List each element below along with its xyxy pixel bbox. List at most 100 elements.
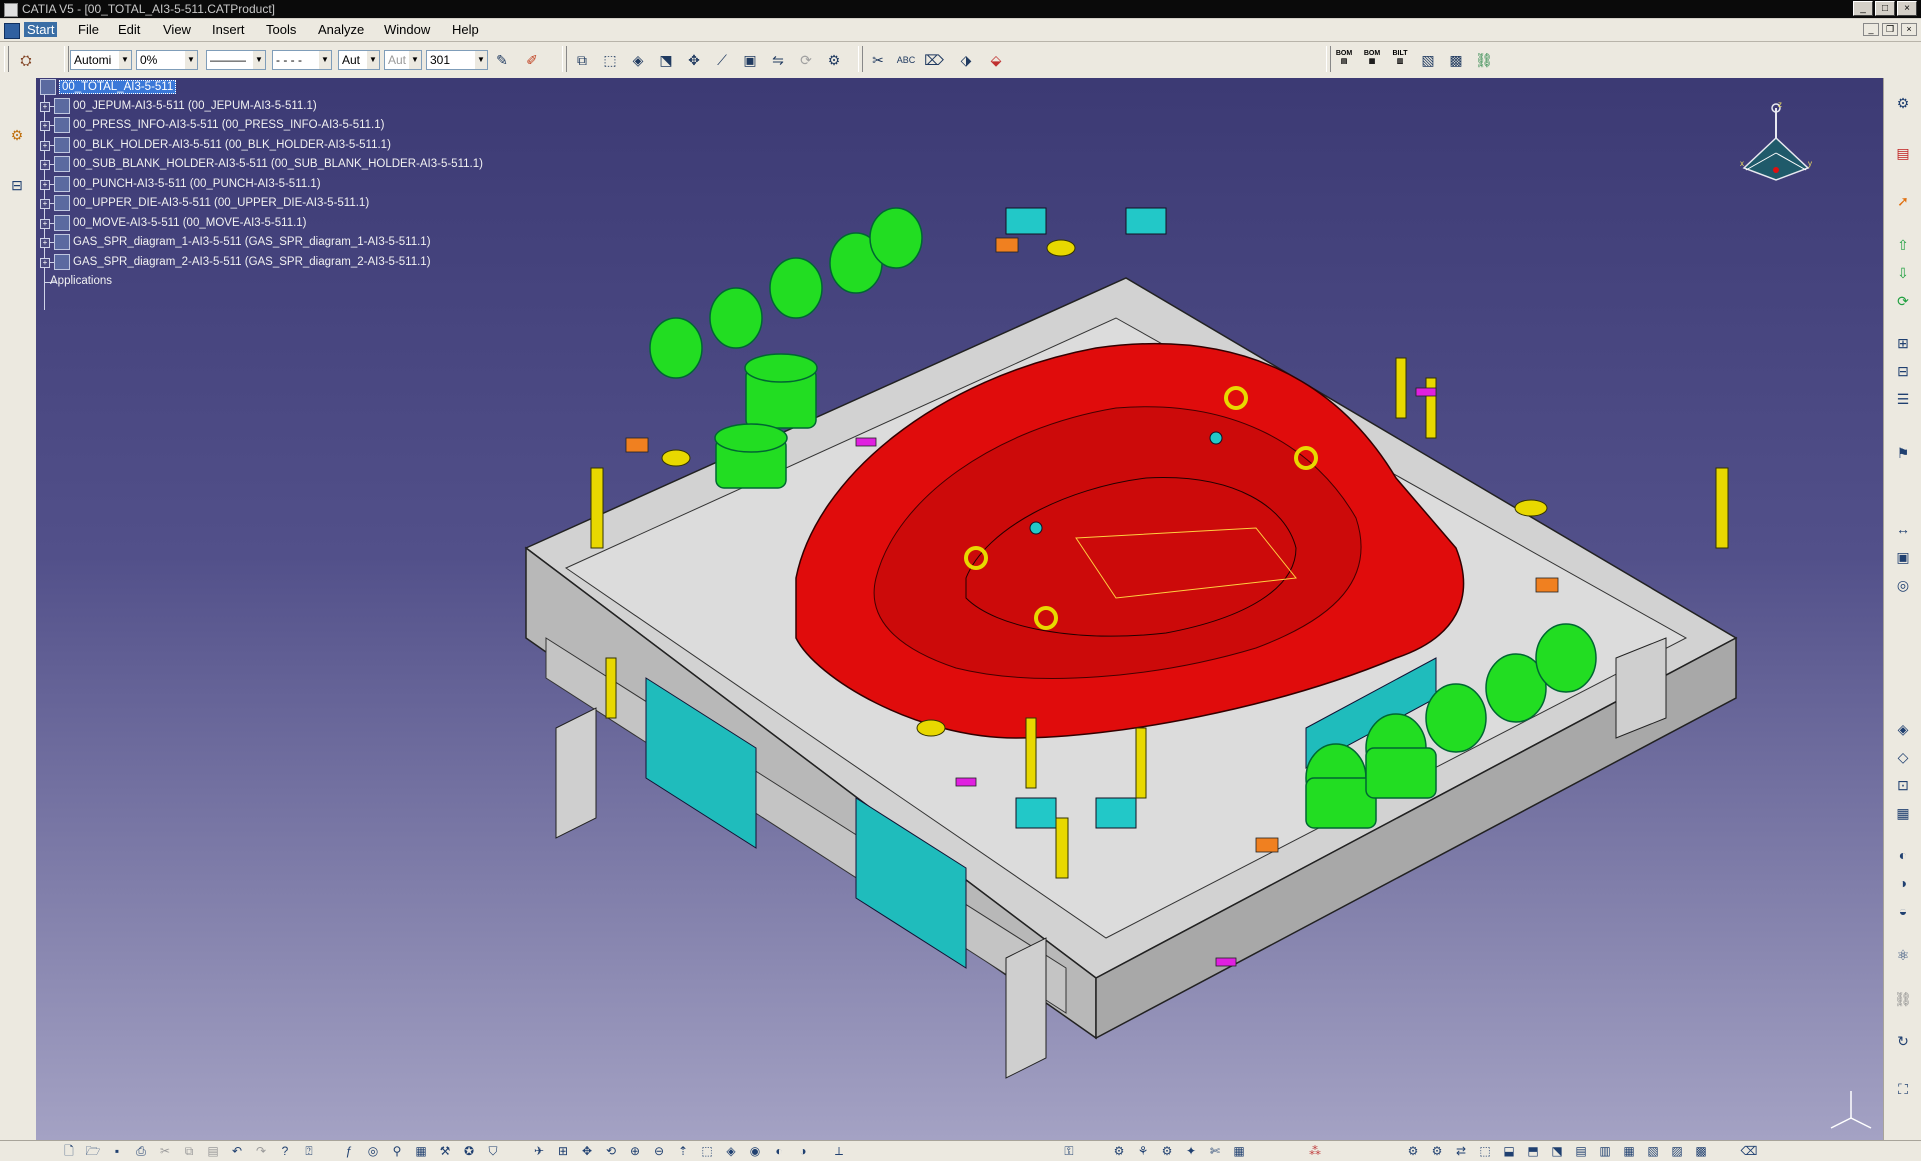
redo-icon[interactable]: ↷ bbox=[252, 1142, 270, 1160]
tree-root[interactable]: 00_TOTAL_AI3-5-511 bbox=[40, 78, 177, 96]
open-icon[interactable]: 🗁 bbox=[84, 1142, 102, 1160]
filter-icon[interactable]: ⊟ bbox=[6, 174, 28, 196]
new-icon[interactable]: 🗋 bbox=[60, 1142, 78, 1160]
constraint-icon[interactable]: ⚙ bbox=[824, 50, 844, 70]
painter-icon[interactable]: ✎ bbox=[492, 50, 512, 70]
compass-icon[interactable]: z x y bbox=[1736, 98, 1816, 198]
fly-mode-icon[interactable]: ✈ bbox=[530, 1142, 548, 1160]
menu-insert[interactable]: Insert bbox=[212, 22, 245, 37]
3d-viewport[interactable]: 00_TOTAL_AI3-5-511 + 00_JEPUM-AI3-5-511 … bbox=[36, 78, 1883, 1140]
iso-view-icon[interactable]: ◈ bbox=[722, 1142, 740, 1160]
replace-component-icon[interactable]: ⬔ bbox=[656, 50, 676, 70]
expand-icon[interactable]: + bbox=[40, 160, 50, 170]
section-icon[interactable]: ⬗ bbox=[956, 50, 976, 70]
tool-b-icon[interactable]: ⚙ bbox=[1428, 1142, 1446, 1160]
catalog-browser-icon[interactable]: ⚿ bbox=[1060, 1142, 1078, 1160]
abc-annotation-icon[interactable]: ABC bbox=[896, 50, 916, 70]
tool-g-icon[interactable]: ⬔ bbox=[1548, 1142, 1566, 1160]
tool-k-icon[interactable]: ▧ bbox=[1644, 1142, 1662, 1160]
menu-tools[interactable]: Tools bbox=[266, 22, 296, 37]
menu-start[interactable]: Start bbox=[24, 22, 58, 37]
gear2-icon[interactable]: ⚙ bbox=[1158, 1142, 1176, 1160]
tool-i-icon[interactable]: ▥ bbox=[1596, 1142, 1614, 1160]
grid-table-icon[interactable]: ▩ bbox=[1446, 50, 1466, 70]
tool-d-icon[interactable]: ⬚ bbox=[1476, 1142, 1494, 1160]
new-part-icon[interactable]: ◈ bbox=[628, 50, 648, 70]
expand-icon[interactable]: + bbox=[40, 199, 50, 209]
knowledge-icon[interactable]: ◎ bbox=[364, 1142, 382, 1160]
tool-l-icon[interactable]: ▨ bbox=[1668, 1142, 1686, 1160]
tree-node-gas-spr-diagram-1[interactable]: GAS_SPR_diagram_1-AI3-5-511 (GAS_SPR_dia… bbox=[54, 233, 431, 251]
print-icon[interactable]: ⎙ bbox=[132, 1142, 150, 1160]
layer2-combo[interactable]: Aut ▼ bbox=[384, 50, 422, 70]
catalog-icon[interactable]: ▦ bbox=[1892, 802, 1914, 824]
tool-c-icon[interactable]: ⇄ bbox=[1452, 1142, 1470, 1160]
material-icon[interactable]: ◑ bbox=[1892, 872, 1914, 894]
zoom-out-icon[interactable]: ⊖ bbox=[650, 1142, 668, 1160]
save-table-icon[interactable]: ▧ bbox=[1418, 50, 1438, 70]
whats-this-icon[interactable]: ⍰ bbox=[300, 1142, 318, 1160]
brush-icon[interactable]: ✐ bbox=[522, 50, 542, 70]
menu-view[interactable]: View bbox=[163, 22, 191, 37]
document-icon[interactable] bbox=[4, 23, 20, 39]
bom-icon[interactable]: BOM ▤ bbox=[1334, 50, 1354, 70]
formula-icon[interactable]: ƒ bbox=[340, 1142, 358, 1160]
macro-icon[interactable]: ⚙ bbox=[1110, 1142, 1128, 1160]
light-icon[interactable]: ✪ bbox=[460, 1142, 478, 1160]
tree-node-punch[interactable]: 00_PUNCH-AI3-5-511 (00_PUNCH-AI3-5-511.1… bbox=[54, 175, 321, 193]
toolbar-grip[interactable] bbox=[4, 46, 9, 72]
clash-icon[interactable]: ⌦ bbox=[924, 50, 944, 70]
tool-m-icon[interactable]: ▩ bbox=[1692, 1142, 1710, 1160]
link-icon[interactable]: ⛓ bbox=[1892, 988, 1914, 1010]
save-icon[interactable]: ▪ bbox=[108, 1142, 126, 1160]
analysis-icon[interactable]: ⚛ bbox=[1892, 944, 1914, 966]
expand-icon[interactable]: + bbox=[40, 238, 50, 248]
menu-window[interactable]: Window bbox=[384, 22, 430, 37]
explode-icon[interactable]: ▣ bbox=[740, 50, 760, 70]
close-button[interactable]: × bbox=[1897, 1, 1917, 16]
table-icon[interactable]: ▦ bbox=[412, 1142, 430, 1160]
existing-component-icon[interactable]: ⧉ bbox=[572, 50, 592, 70]
apply-color-icon[interactable]: ◒ bbox=[1892, 900, 1914, 922]
stop-manipulate-icon[interactable]: ⇋ bbox=[768, 50, 788, 70]
expand-icon[interactable]: + bbox=[40, 102, 50, 112]
expand-icon[interactable]: + bbox=[40, 219, 50, 229]
publication-icon[interactable]: ⚑ bbox=[1892, 442, 1914, 464]
swap-space-icon[interactable]: ◑ bbox=[794, 1142, 812, 1160]
menu-edit[interactable]: Edit bbox=[118, 22, 140, 37]
workbench2-icon[interactable]: ⚘ bbox=[1134, 1142, 1152, 1160]
tool-e-icon[interactable]: ⬓ bbox=[1500, 1142, 1518, 1160]
transparency-combo[interactable]: 0% ▼ bbox=[136, 50, 198, 70]
new-product-icon[interactable]: ⬚ bbox=[600, 50, 620, 70]
help-icon[interactable]: ? bbox=[276, 1142, 294, 1160]
tree-node-upper-die[interactable]: 00_UPPER_DIE-AI3-5-511 (00_UPPER_DIE-AI3… bbox=[54, 194, 369, 212]
inertia-icon[interactable]: ◎ bbox=[1892, 574, 1914, 596]
sketch-icon[interactable]: ⊡ bbox=[1892, 774, 1914, 796]
copy-icon[interactable]: ⧉ bbox=[180, 1142, 198, 1160]
expand-icon[interactable]: + bbox=[40, 258, 50, 268]
render-style-icon[interactable]: ◉ bbox=[746, 1142, 764, 1160]
toolbar-grip[interactable] bbox=[858, 46, 863, 72]
thickness-icon[interactable]: ▣ bbox=[1892, 546, 1914, 568]
body-icon[interactable]: ◇ bbox=[1892, 746, 1914, 768]
manipulate-icon[interactable]: ✥ bbox=[684, 50, 704, 70]
bilt-icon[interactable]: BILT ▥ bbox=[1390, 50, 1410, 70]
part-icon[interactable]: ◈ bbox=[1892, 718, 1914, 740]
pan-icon[interactable]: ✥ bbox=[578, 1142, 596, 1160]
layer-combo[interactable]: Aut ▼ bbox=[338, 50, 380, 70]
snap-icon[interactable]: ⟋ bbox=[712, 50, 732, 70]
tree-node-applications[interactable]: Applications bbox=[50, 272, 112, 290]
expand-icon[interactable]: + bbox=[40, 141, 50, 151]
filter-icon[interactable]: ⛉ bbox=[484, 1142, 502, 1160]
hide-show-icon[interactable]: ◐ bbox=[770, 1142, 788, 1160]
views-icon[interactable]: ⬚ bbox=[698, 1142, 716, 1160]
camera-icon[interactable]: ⛶ bbox=[1892, 1078, 1914, 1100]
tree-node-sub-blank-holder[interactable]: 00_SUB_BLANK_HOLDER-AI3-5-511 (00_SUB_BL… bbox=[54, 155, 483, 173]
cycle-icon[interactable]: ↻ bbox=[1892, 1030, 1914, 1052]
doc-minimize-button[interactable]: _ bbox=[1863, 23, 1879, 36]
line-type-combo[interactable]: - - - - ▼ bbox=[272, 50, 332, 70]
tool-h-icon[interactable]: ▤ bbox=[1572, 1142, 1590, 1160]
line-thickness-combo[interactable]: ——— ▼ bbox=[206, 50, 266, 70]
distance-icon[interactable]: ↔ bbox=[1892, 518, 1914, 540]
dots-icon[interactable]: ⁂ bbox=[1306, 1142, 1324, 1160]
